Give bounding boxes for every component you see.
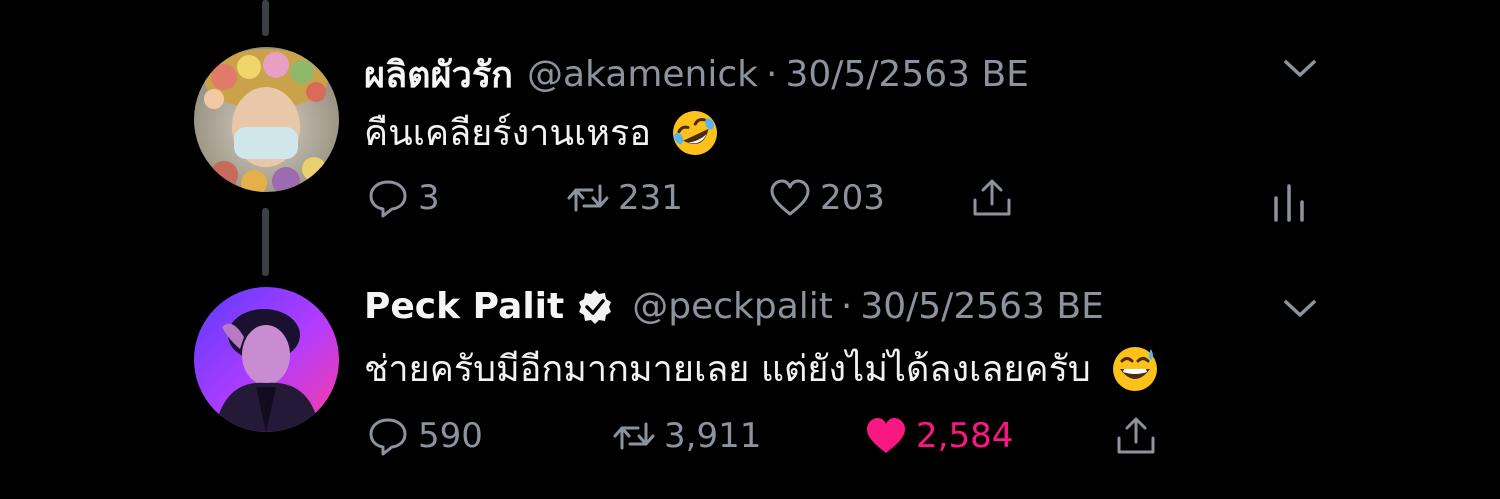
timestamp[interactable]: 30/5/2563 BE [860, 286, 1103, 327]
tweet-header: Peck Palit @peckpalit · 30/5/2563 BE [364, 286, 1104, 327]
tweet[interactable]: Peck Palit @peckpalit · 30/5/2563 BE ช่า… [0, 0, 1500, 456]
handle[interactable]: @peckpalit [632, 286, 833, 327]
like-count: 2,584 [916, 416, 1014, 456]
reply-button[interactable]: 590 [366, 414, 483, 458]
grinning-sweat-emoji [1111, 345, 1159, 393]
retweet-button[interactable]: 3,911 [612, 414, 761, 458]
separator: · [840, 286, 853, 327]
tweet-text-content: ช่ายครับมีอีกมากมายเลย แต่ยังไม่ได้ลงเลย… [364, 349, 1091, 390]
retweet-icon [613, 422, 655, 450]
share-button[interactable] [1114, 414, 1166, 458]
chevron-down-icon[interactable] [1280, 288, 1320, 328]
display-name[interactable]: Peck Palit [364, 286, 564, 327]
share-icon [1117, 417, 1155, 454]
reply-count: 590 [418, 416, 483, 456]
avatar[interactable] [194, 287, 339, 432]
like-button[interactable]: 2,584 [864, 414, 1013, 458]
heart-filled-icon [867, 418, 905, 453]
retweet-count: 3,911 [664, 416, 762, 456]
reply-icon [369, 418, 407, 456]
tweet-text: ช่ายครับมีอีกมากมายเลย แต่ยังไม่ได้ลงเลย… [364, 340, 1159, 397]
verified-badge-icon [576, 288, 614, 326]
